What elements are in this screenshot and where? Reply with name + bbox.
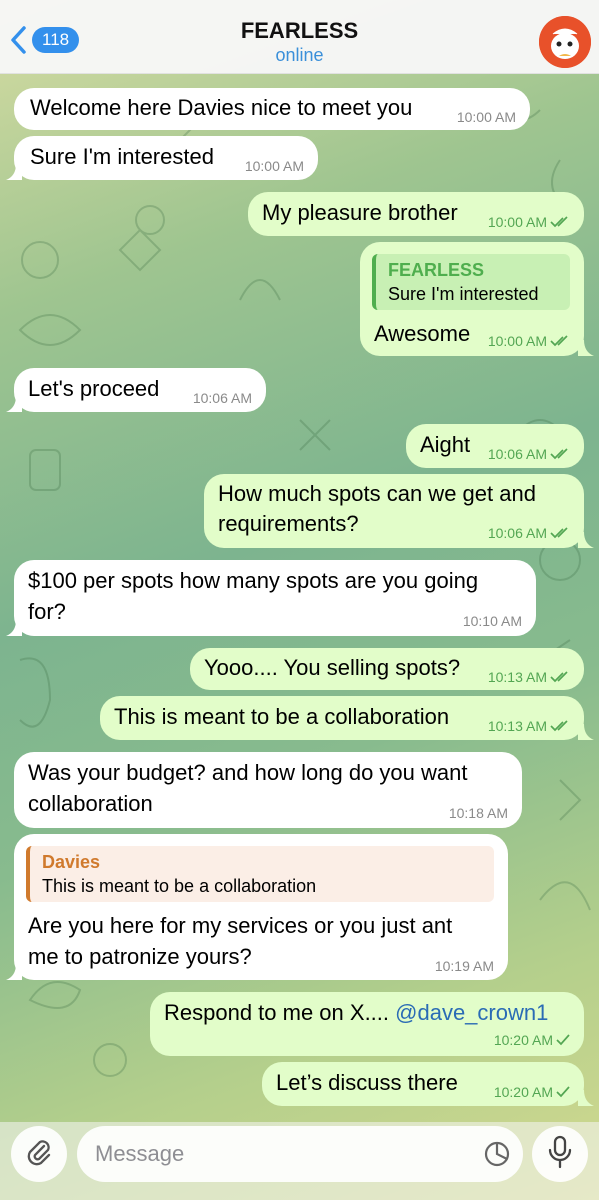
message-text-line: for?: [28, 599, 66, 624]
message-text-line: Was your budget? and how long do you wan…: [28, 760, 468, 785]
reply-author: FEARLESS: [388, 260, 485, 280]
voice-record-button[interactable]: [532, 1126, 588, 1182]
message-bubble[interactable]: $100 per spots how many spots are you go…: [14, 560, 536, 636]
message-bubble[interactable]: Let's proceed 10:06 AM: [14, 368, 266, 412]
message-time: 10:00 AM: [488, 333, 570, 349]
message-time: 10:20 AM: [494, 1084, 570, 1100]
message-bubble[interactable]: Aight 10:06 AM: [406, 424, 584, 468]
message-time: 10:20 AM: [494, 1032, 570, 1048]
check-icon: [556, 1034, 570, 1046]
double-check-icon: [550, 335, 568, 347]
message-time: 10:00 AM: [488, 214, 570, 230]
message-time: 10:13 AM: [488, 669, 570, 685]
message-text-line: collaboration: [28, 791, 153, 816]
message-bubble[interactable]: My pleasure brother 10:00 AM: [248, 192, 584, 236]
message-input[interactable]: Message: [77, 1126, 523, 1182]
attach-button[interactable]: [11, 1126, 67, 1182]
message-text-line: requirements?: [218, 511, 359, 536]
message-bubble-reply[interactable]: Davies This is meant to be a collaborati…: [14, 834, 508, 980]
message-text-line: $100 per spots how many spots are you go…: [28, 568, 479, 593]
check-icon: [556, 1086, 570, 1098]
double-check-icon: [550, 671, 568, 683]
reply-author: Davies: [42, 852, 101, 872]
message-time: 10:00 AM: [244, 158, 304, 174]
avatar[interactable]: [539, 16, 591, 68]
microphone-icon: [547, 1135, 573, 1174]
message-time: 10:19 AM: [434, 958, 494, 974]
message-bubble[interactable]: Yooo.... You selling spots? 10:13 AM: [190, 648, 584, 690]
message-text: Aight: [420, 432, 471, 457]
chat-status: online: [275, 45, 324, 65]
message-text: Sure I'm interested: [30, 144, 214, 169]
double-check-icon: [550, 527, 568, 539]
double-check-icon: [550, 720, 568, 732]
message-text: Let’s discuss there: [276, 1070, 458, 1095]
message-text-line: Are you here for my services or you just…: [28, 913, 453, 938]
message-time: 10:10 AM: [462, 613, 522, 629]
message-text: Awesome: [374, 321, 471, 346]
message-time: 10:06 AM: [488, 525, 570, 541]
message-time: 10:06 AM: [488, 446, 570, 462]
message-text: Yooo.... You selling spots?: [204, 655, 461, 680]
mention-link[interactable]: @dave_crown1: [395, 1000, 548, 1025]
message-text-line: How much spots can we get and: [218, 481, 536, 506]
message-text: My pleasure brother: [262, 200, 458, 225]
message-time: 10:00 AM: [456, 109, 516, 125]
chat-title[interactable]: FEARLESS: [0, 18, 599, 44]
message-text: Let's proceed: [28, 376, 160, 401]
message-bubble[interactable]: Welcome here Davies nice to meet you 10:…: [14, 88, 530, 130]
message-text: This is meant to be a collaboration: [114, 704, 450, 729]
reply-quote[interactable]: Davies This is meant to be a collaborati…: [26, 846, 494, 902]
double-check-icon: [550, 216, 568, 228]
message-time: 10:13 AM: [488, 718, 570, 734]
reply-text: Sure I'm interested: [388, 284, 539, 304]
composer-bar: Message: [0, 1122, 599, 1200]
message-bubble-reply[interactable]: FEARLESS Sure I'm interested Awesome 10:…: [360, 242, 584, 356]
message-text-line: me to patronize yours?: [28, 944, 252, 969]
message-bubble[interactable]: Respond to me on X.... @dave_crown1 10:2…: [150, 992, 584, 1056]
reply-quote[interactable]: FEARLESS Sure I'm interested: [372, 254, 570, 310]
message-placeholder: Message: [95, 1141, 185, 1166]
sticker-icon[interactable]: [483, 1140, 511, 1173]
message-bubble[interactable]: This is meant to be a collaboration 10:1…: [100, 696, 584, 740]
message-text: Welcome here Davies nice to meet you: [30, 95, 413, 120]
message-time: 10:06 AM: [192, 390, 252, 406]
message-bubble[interactable]: Let’s discuss there 10:20 AM: [262, 1062, 584, 1106]
message-bubble[interactable]: How much spots can we get and requiremen…: [204, 474, 584, 548]
chat-header: 118 FEARLESS online: [0, 0, 599, 74]
reply-text: This is meant to be a collaboration: [42, 876, 317, 896]
message-time: 10:18 AM: [448, 805, 508, 821]
paperclip-icon: [24, 1137, 54, 1172]
message-bubble[interactable]: Was your budget? and how long do you wan…: [14, 752, 522, 828]
double-check-icon: [550, 448, 568, 460]
message-text: Respond to me on X.... @dave_crown1: [164, 1000, 549, 1025]
message-bubble[interactable]: Sure I'm interested 10:00 AM: [14, 136, 318, 180]
